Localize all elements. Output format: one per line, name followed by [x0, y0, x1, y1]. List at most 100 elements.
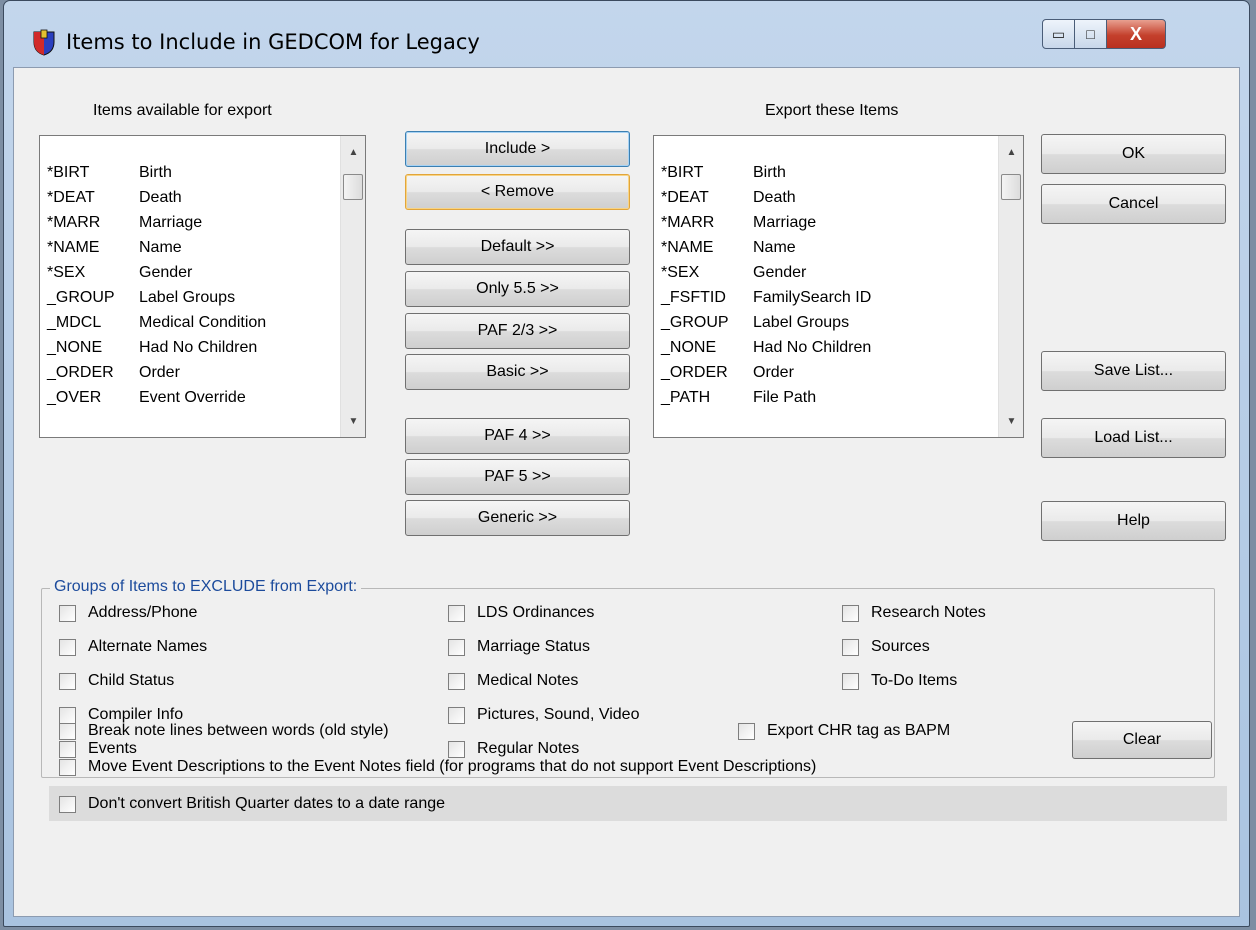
available-items-list[interactable]: *BIRT Birth *DEAT Death *MARR Marriage *NAME Na… [39, 135, 366, 438]
checkbox-box[interactable] [448, 604, 465, 622]
list-item[interactable]: *SEX Gender [47, 262, 192, 284]
list-item[interactable]: _NONE Had No Children [661, 337, 871, 359]
list-item[interactable]: _PATH File Path [661, 387, 816, 409]
ok-button[interactable]: OK [1041, 134, 1226, 174]
exclude-group-checkbox[interactable]: Regular Notes [448, 740, 579, 758]
scroll-up-icon[interactable]: ▲ [341, 142, 365, 162]
checkbox-box[interactable] [59, 672, 76, 690]
list-item[interactable]: _ORDER Order [47, 362, 180, 384]
british-dates-checkbox[interactable]: Don't convert British Quarter dates to a… [59, 795, 445, 813]
paf4-button[interactable]: PAF 4 >> [405, 418, 630, 454]
move-descriptions-checkbox[interactable]: Move Event Descriptions to the Event Not… [59, 758, 816, 776]
list-item[interactable]: _ORDER Order [661, 362, 794, 384]
export-scrollbar[interactable]: ▲ ▼ [998, 136, 1023, 437]
remove-button[interactable]: < Remove [405, 174, 630, 210]
available-scrollbar[interactable]: ▲ ▼ [340, 136, 365, 437]
exclude-group-checkbox[interactable]: Sources [842, 638, 930, 656]
scroll-up-icon[interactable]: ▲ [999, 142, 1023, 162]
list-item[interactable]: *DEAT Death [661, 187, 796, 209]
include-button[interactable]: Include > [405, 131, 630, 167]
list-item[interactable]: *NAME Name [47, 237, 182, 259]
checkbox-box[interactable] [59, 638, 76, 656]
paf23-button[interactable]: PAF 2/3 >> [405, 313, 630, 349]
dialog-body: Items available for export Export these … [13, 67, 1240, 917]
save-list-button[interactable]: Save List... [1041, 351, 1226, 391]
item-description: Name [139, 239, 182, 256]
checkbox-box[interactable] [59, 795, 76, 813]
checkbox-label: Alternate Names [88, 638, 208, 655]
list-item[interactable]: *SEX Gender [661, 262, 806, 284]
list-item[interactable]: *BIRT Birth [661, 162, 786, 184]
checkbox-label: Sources [871, 638, 930, 655]
exclude-group-checkbox[interactable]: Pictures, Sound, Video [448, 706, 639, 724]
checkbox-box[interactable] [59, 706, 76, 724]
paf5-button[interactable]: PAF 5 >> [405, 459, 630, 495]
exclude-group-checkbox[interactable]: LDS Ordinances [448, 604, 594, 622]
list-item[interactable]: *MARR Marriage [47, 212, 202, 234]
minimize-button[interactable]: ▭ [1042, 19, 1075, 49]
export-heading: Export these Items [765, 102, 899, 119]
item-description: Death [753, 189, 796, 206]
list-item[interactable]: _GROUP Label Groups [47, 287, 235, 309]
list-item[interactable]: _GROUP Label Groups [661, 312, 849, 334]
checkbox-box[interactable] [738, 722, 755, 740]
minimize-icon: ▭ [1051, 25, 1066, 42]
scroll-down-icon[interactable]: ▼ [341, 411, 365, 431]
checkbox-box[interactable] [59, 740, 76, 758]
checkbox-box[interactable] [842, 604, 859, 622]
only55-button[interactable]: Only 5.5 >> [405, 271, 630, 307]
maximize-button[interactable]: □ [1074, 19, 1107, 49]
list-item[interactable]: _MDCL Medical Condition [47, 312, 266, 334]
checkbox-box[interactable] [448, 706, 465, 724]
list-item[interactable]: *DEAT Death [47, 187, 182, 209]
checkbox-box[interactable] [59, 722, 76, 740]
list-item[interactable]: _FSFTID FamilySearch ID [661, 287, 871, 309]
checkbox-box[interactable] [448, 672, 465, 690]
british-dates-label: Don't convert British Quarter dates to a… [88, 795, 446, 812]
load-list-button[interactable]: Load List... [1041, 418, 1226, 458]
list-item[interactable]: *MARR Marriage [661, 212, 816, 234]
help-button[interactable]: Help [1041, 501, 1226, 541]
item-code: _GROUP [47, 289, 115, 306]
cancel-button[interactable]: Cancel [1041, 184, 1226, 224]
exclude-group-checkbox[interactable]: Research Notes [842, 604, 986, 622]
checkbox-box[interactable] [448, 740, 465, 758]
checkbox-box[interactable] [842, 638, 859, 656]
exclude-group-checkbox[interactable]: Address/Phone [59, 604, 197, 622]
item-description: Label Groups [139, 289, 236, 306]
scroll-thumb[interactable] [1001, 174, 1021, 200]
checkbox-box[interactable] [59, 758, 76, 776]
list-item[interactable]: _OVER Event Override [47, 387, 246, 409]
exclude-group-checkbox[interactable]: Events [59, 740, 137, 758]
close-button[interactable]: X [1106, 19, 1166, 49]
exclude-group-checkbox[interactable]: Alternate Names [59, 638, 207, 656]
exclude-group-checkbox[interactable]: Medical Notes [448, 672, 578, 690]
exclude-group-checkbox[interactable]: To-Do Items [842, 672, 957, 690]
checkbox-box[interactable] [448, 638, 465, 656]
item-code: _NONE [661, 339, 717, 356]
export-items-list[interactable]: *BIRT Birth *DEAT Death *MARR Marriage *NAME Na… [653, 135, 1024, 438]
break-notes-checkbox[interactable]: Break note lines between words (old styl… [59, 722, 389, 740]
exclude-group-checkbox[interactable]: Child Status [59, 672, 174, 690]
checkbox-box[interactable] [59, 604, 76, 622]
basic-button[interactable]: Basic >> [405, 354, 630, 390]
title-bar[interactable]: Items to Include in GEDCOM for Legacy ▭ … [4, 1, 1249, 67]
list-item[interactable]: *BIRT Birth [47, 162, 172, 184]
clear-button[interactable]: Clear [1072, 721, 1212, 759]
item-code: *DEAT [661, 189, 709, 206]
list-item[interactable]: _NONE Had No Children [47, 337, 257, 359]
list-item[interactable]: *NAME Name [661, 237, 796, 259]
checkbox-box[interactable] [842, 672, 859, 690]
item-code: *SEX [47, 264, 86, 281]
chr-bapm-checkbox[interactable]: Export CHR tag as BAPM [738, 722, 950, 740]
exclude-group-checkbox[interactable]: Marriage Status [448, 638, 590, 656]
item-description: Death [139, 189, 182, 206]
checkbox-label: LDS Ordinances [477, 604, 595, 621]
item-description: Label Groups [753, 314, 850, 331]
default-button[interactable]: Default >> [405, 229, 630, 265]
item-description: Gender [753, 264, 807, 281]
scroll-thumb[interactable] [343, 174, 363, 200]
checkbox-label: Child Status [88, 672, 175, 689]
scroll-down-icon[interactable]: ▼ [999, 411, 1023, 431]
generic-button[interactable]: Generic >> [405, 500, 630, 536]
